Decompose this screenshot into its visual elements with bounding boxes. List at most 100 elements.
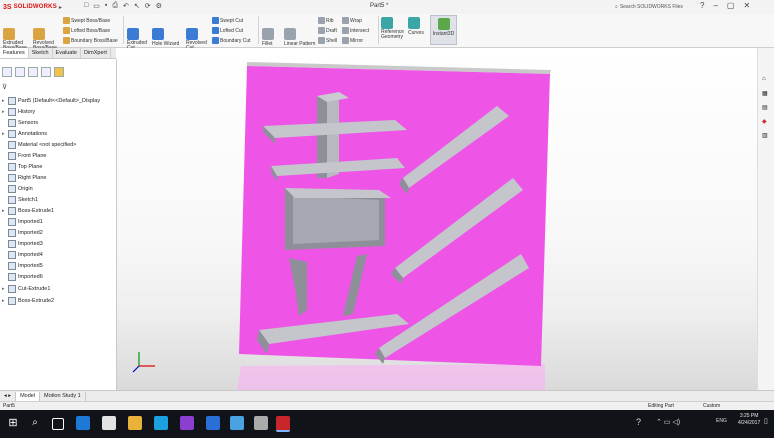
rib-button[interactable]: Rib [318,17,334,24]
rebuild-icon[interactable]: ⟳ [145,2,151,10]
app-icon[interactable] [254,416,268,430]
minimize-button[interactable]: – [713,1,717,10]
select-icon[interactable]: ↖ [134,2,140,10]
imported-icon [8,239,16,248]
appearances-icon[interactable]: ◆ [762,118,767,125]
save-icon[interactable]: ▪ [105,2,107,10]
filter-icon[interactable]: ⊽ [2,83,7,91]
store-icon[interactable] [102,416,116,430]
task-view-icon[interactable] [52,418,64,430]
new-icon[interactable]: □ [84,2,88,10]
mirror-button[interactable]: Mirror [342,37,363,44]
boundary-cut-button[interactable]: Boundary Cut [212,37,251,44]
open-icon[interactable]: ▭ [93,2,100,10]
tree-item-cut-extrude1[interactable]: ▸ Cut-Extrude1 [2,284,50,293]
file-explorer-icon[interactable] [128,416,142,430]
tree-item-history[interactable]: ▸ History [2,107,35,116]
file-explorer-icon[interactable]: ▤ [762,104,768,111]
search-box[interactable]: ⌕ Search SOLIDWORKS Files [615,2,701,11]
draft-button[interactable]: Draft [318,27,337,34]
lofted-boss-button[interactable]: Lofted Boss/Base [63,27,110,34]
fillet-button[interactable]: Fillet [262,28,274,47]
property-manager-icon[interactable] [15,67,25,77]
solidworks-logo[interactable]: 3S SOLIDWORKS ▸ [3,2,62,12]
window-controls: ? – ▢ ✕ [700,1,750,10]
model-view[interactable] [117,48,757,390]
tab-evaluate[interactable]: Evaluate [53,48,81,58]
design-library-icon[interactable]: ▦ [762,90,768,97]
tree-item-imported5[interactable]: Imported5 [2,261,43,270]
language-indicator[interactable]: ENG [716,418,727,424]
taskbar-clock[interactable]: 3:25 PM 4/24/2017 [738,413,760,427]
boundary-boss-button[interactable]: Boundary Boss/Base [63,37,118,44]
configuration-icon[interactable] [28,67,38,77]
options-icon[interactable]: ⚙ [156,2,162,10]
nav-arrows-icon[interactable]: ◂ ▸ [0,391,17,401]
tree-item-boss-extrude1[interactable]: ▸ Boss-Extrude1 [2,206,54,215]
wrap-button[interactable]: Wrap [342,17,362,24]
status-units[interactable]: Custom [703,403,720,409]
search-icon[interactable]: ⌕ [28,416,42,430]
tree-item-material[interactable]: Material <not specified> [2,140,76,149]
close-button[interactable]: ✕ [743,1,750,10]
tree-item-annotations[interactable]: ▸ Annotations [2,129,47,138]
tree-item-sensors[interactable]: Sensors [2,118,38,127]
tree-item-imported6[interactable]: Imported6 [2,272,43,281]
tree-item-sketch1[interactable]: Sketch1 [2,195,38,204]
search-input[interactable]: Search SOLIDWORKS Files [620,4,683,10]
tree-item-front-plane[interactable]: Front Plane [2,151,46,160]
menu-arrow-icon[interactable]: ▸ [59,4,62,11]
help-icon[interactable]: ? [636,417,641,427]
dimxpert-icon[interactable] [41,67,51,77]
tab-model[interactable]: Model [16,391,41,401]
help-icon[interactable]: ? [700,1,704,10]
visual-studio-icon[interactable] [180,416,194,430]
sketch-icon [8,195,16,204]
tree-item-imported2[interactable]: Imported2 [2,228,43,237]
linear-pattern-icon [284,28,296,40]
ribbon-separator [378,16,379,44]
hole-wizard-button[interactable]: Hole Wizard [152,28,179,47]
tab-motion-study[interactable]: Motion Study 1 [40,391,86,401]
shell-button[interactable]: Shell [318,37,337,44]
print-icon[interactable]: ⎙ [112,2,118,10]
app-icon[interactable] [154,416,168,430]
edge-icon[interactable] [76,416,90,430]
instant3d-button[interactable]: Instant3D [430,15,457,45]
tree-item-part[interactable]: ▸ Part5 (Default<<Default>_Display [2,96,100,105]
linear-pattern-button[interactable]: Linear Pattern [284,28,315,47]
tree-item-imported1[interactable]: Imported1 [2,217,43,226]
tree-item-origin[interactable]: Origin [2,184,33,193]
cut-feature-icon [8,284,16,293]
app-icon[interactable] [206,416,220,430]
ds-logo-icon: 3S [3,3,12,11]
solidworks-taskbar-icon[interactable] [276,416,290,432]
task-pane-home-icon[interactable]: ⌂ [762,76,766,82]
reference-geometry-icon [381,17,393,29]
intersect-button[interactable]: Intersect [342,27,369,34]
tab-features[interactable]: Features [0,48,29,58]
start-icon[interactable]: ⊞ [6,416,20,430]
curves-button[interactable]: Curves [408,17,424,36]
settings-icon[interactable] [230,416,244,430]
tree-item-imported3[interactable]: Imported3 [2,239,43,248]
tab-dimxpert[interactable]: DimXpert [81,48,111,58]
feature-tree-icon[interactable] [2,67,12,77]
tree-item-boss-extrude2[interactable]: ▸ Boss-Extrude2 [2,296,54,305]
tree-item-top-plane[interactable]: Top Plane [2,162,42,171]
tab-sketch[interactable]: Sketch [29,48,53,58]
reference-geometry-button[interactable]: Reference Geometry [381,17,407,40]
tray-icons[interactable]: ⌃ ▭ ◁) [656,418,680,426]
swept-cut-button[interactable]: Swept Cut [212,17,243,24]
custom-properties-icon[interactable]: ▥ [762,132,768,139]
tree-item-imported4[interactable]: Imported4 [2,250,43,259]
notifications-icon[interactable]: ▯ [764,417,768,425]
swept-boss-button[interactable]: Swept Boss/Base [63,17,110,24]
display-manager-icon[interactable] [54,67,64,77]
undo-icon[interactable]: ↶ [123,2,129,10]
lofted-cut-button[interactable]: Lofted Cut [212,27,243,34]
imported-icon [8,261,16,270]
annotations-icon [8,129,16,138]
restore-button[interactable]: ▢ [727,1,735,10]
tree-item-right-plane[interactable]: Right Plane [2,173,46,182]
